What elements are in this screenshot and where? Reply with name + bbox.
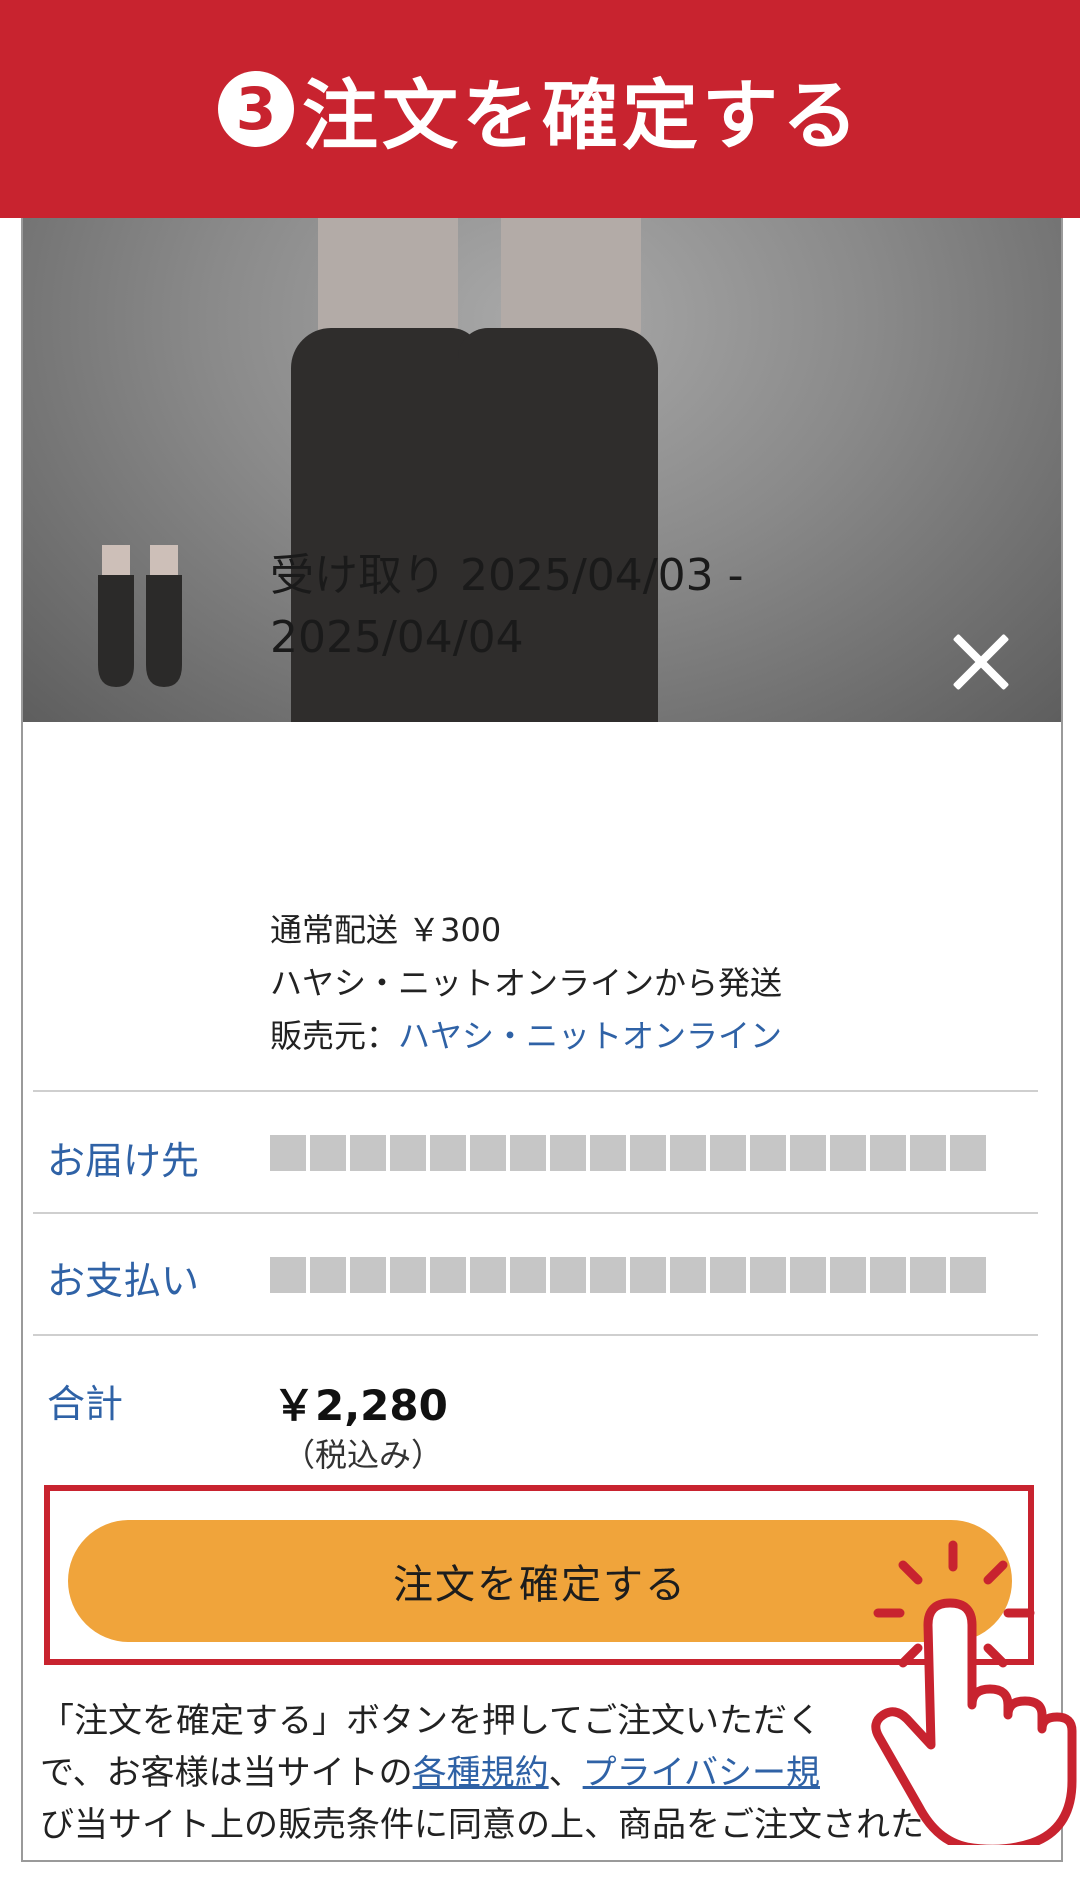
privacy-link[interactable]: プライバシー規 [583,1753,820,1793]
tax-note: （税込み） [283,1436,444,1474]
step-header: 3 注文を確定する [0,0,1080,218]
payment-label[interactable]: お支払い [47,1250,199,1305]
divider [33,1090,1038,1092]
address-label[interactable]: お届け先 [47,1130,199,1185]
shipping-fee: 通常配送 ￥300 [270,911,502,949]
divider [33,1212,1038,1214]
payment-masked[interactable] [270,1257,986,1293]
delivery-date-line1: 受け取り 2025/04/03 - [270,550,744,601]
total-amount: ￥2,280 [273,1381,448,1430]
delivery-date-line2: 2025/04/04 [270,612,524,663]
legal-text: で、お客様は当サイトの [40,1753,413,1793]
step-number-badge: 3 [218,71,294,147]
terms-link[interactable]: 各種規約 [413,1753,549,1793]
product-thumbnail [98,545,182,687]
step-title: 注文を確定する [302,71,862,160]
seller: 販売元：ハヤシ・ニットオンライン [270,1011,782,1057]
seller-label: 販売元： [270,1017,399,1055]
delivery-date: 受け取り 2025/04/03 - 2025/04/04 [270,545,990,669]
legal-sep: 、 [548,1753,583,1793]
tap-hand-icon [871,1540,1077,1845]
seller-link[interactable]: ハヤシ・ニットオンライン [398,1017,782,1055]
ships-from: ハヤシ・ニットオンラインから発送 [270,964,783,1002]
total-label: 合計 [47,1382,124,1426]
divider [33,1334,1038,1336]
address-masked[interactable] [270,1135,986,1171]
